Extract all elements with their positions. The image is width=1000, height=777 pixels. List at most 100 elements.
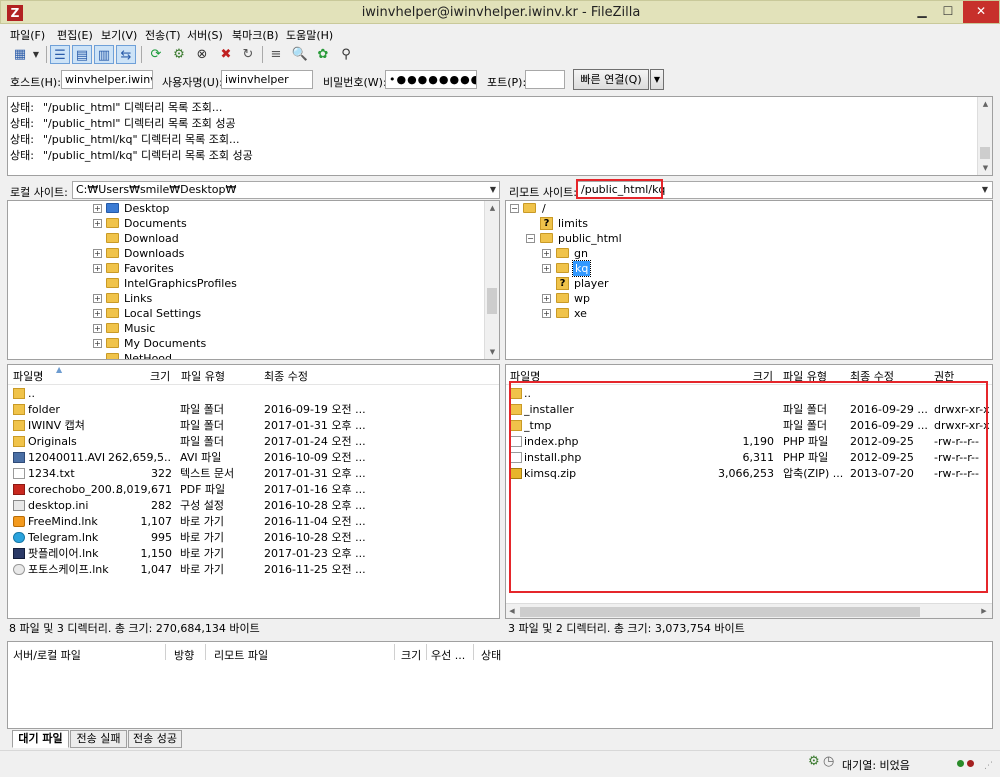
remote-path-dropdown-icon[interactable]: ▼ xyxy=(979,182,991,198)
menu-help[interactable]: 도움말(H) xyxy=(286,27,333,43)
table-row[interactable]: Telegram.lnk 995 바로 가기 2016-10-28 오전 ... xyxy=(8,530,499,546)
table-row[interactable]: 1234.txt 322 텍스트 문서 2017-01-31 오후 ... xyxy=(8,466,499,482)
tab-failed-transfers[interactable]: 전송 실패 xyxy=(70,730,127,748)
toolbar: ▦ ▼ ☰ ▤ ▥ ⇆ ⟳ ⚙ ⊗ ✖ ↻ ≡ 🔍 ✿ ⚲ xyxy=(0,44,1000,66)
log-scrollbar[interactable]: ▲ ▼ xyxy=(977,97,992,175)
table-row[interactable]: corechobo_200... 8,019,671 PDF 파일 2017-01-1… xyxy=(8,482,499,498)
send-indicator-icon xyxy=(957,760,964,767)
scroll-down-icon[interactable]: ▼ xyxy=(978,161,993,175)
remote-list-hscrollbar[interactable]: ◀ ▶ xyxy=(506,603,992,618)
disconnect-icon[interactable]: ✖ xyxy=(216,45,236,64)
queue-col-separator xyxy=(165,644,166,660)
queue-status-text: 대기열: 비었음 xyxy=(842,759,910,772)
site-manager-dropdown-icon[interactable]: ▼ xyxy=(30,45,42,64)
menu-transfer[interactable]: 전송(T) xyxy=(145,27,181,43)
local-col-size[interactable]: 크기 xyxy=(150,368,170,384)
port-label: 포트(P): xyxy=(487,76,527,89)
host-input[interactable]: winvhelper.iwinv.kr xyxy=(61,70,153,89)
toggle-local-tree-icon[interactable]: ▤ xyxy=(72,45,92,64)
minimize-button[interactable]: ▁ xyxy=(909,1,935,23)
quickconnect-button[interactable]: 빠른 연결(Q) xyxy=(573,69,649,90)
local-tree-scrollbar[interactable]: ▲ ▼ xyxy=(484,201,499,359)
table-row[interactable]: 포토스케이프.lnk 1,047 바로 가기 2016-11-25 오전 ... xyxy=(8,562,499,578)
local-col-modified[interactable]: 최종 수정 xyxy=(264,368,308,384)
speed-limit-icon[interactable]: ◷ xyxy=(823,754,834,769)
queue-col-file[interactable]: 서버/로컬 파일 xyxy=(13,647,81,663)
remote-status: 3 파일 및 2 디렉터리. 총 크기: 3,073,754 바이트 xyxy=(508,622,745,635)
reconnect-icon[interactable]: ↻ xyxy=(238,45,258,64)
table-row[interactable]: IWINV 캡쳐 파일 폴더 2017-01-31 오후 ... xyxy=(8,418,499,434)
close-button[interactable]: ✕ xyxy=(963,1,999,23)
sync-browse-icon[interactable]: ✿ xyxy=(313,45,333,64)
remote-site-label: 리모트 사이트: xyxy=(509,186,577,199)
refresh-icon[interactable]: ⟳ xyxy=(146,45,166,64)
queue-col-separator xyxy=(394,644,395,660)
menu-file[interactable]: 파일(F) xyxy=(10,27,45,43)
toggle-queue-icon[interactable]: ⇆ xyxy=(116,45,136,64)
window-title: iwinvhelper@iwinvhelper.iwinv.kr - FileZ… xyxy=(361,5,641,20)
password-input[interactable]: •●●●●●●●● xyxy=(385,70,477,89)
tab-queued-files[interactable]: 대기 파일 xyxy=(12,730,69,748)
local-file-list: 파일명 ▲ 크기 파일 유형 최종 수정 .. folder 파일 폴더 2016-… xyxy=(7,364,500,619)
host-label: 호스트(H): xyxy=(10,76,61,89)
scroll-up-icon[interactable]: ▲ xyxy=(485,201,499,215)
maximize-button[interactable]: ☐ xyxy=(935,1,961,23)
compare-icon[interactable]: 🔍 xyxy=(290,45,310,64)
tab-successful-transfers[interactable]: 전송 성공 xyxy=(128,730,182,748)
toggle-log-icon[interactable]: ☰ xyxy=(50,45,70,64)
toolbar-separator xyxy=(46,46,47,63)
menu-view[interactable]: 보기(V) xyxy=(101,27,137,43)
username-input[interactable]: iwinvhelper xyxy=(221,70,313,89)
quickconnect-bar: 호스트(H): winvhelper.iwinv.kr 사용자명(U): iwi… xyxy=(0,67,1000,93)
local-col-name[interactable]: 파일명 xyxy=(13,368,43,384)
log-line: 상태: "/public_html" 디렉터리 목록 조회... xyxy=(10,101,223,114)
quickconnect-dropdown-icon[interactable]: ▼ xyxy=(650,69,664,90)
settings-icon[interactable]: ⚙ xyxy=(808,754,820,769)
resize-grip-icon[interactable]: ⋰ xyxy=(984,761,993,771)
scroll-right-icon[interactable]: ▶ xyxy=(978,604,990,618)
site-manager-icon[interactable]: ▦ xyxy=(10,45,30,64)
toolbar-separator xyxy=(262,46,263,63)
menu-bookmarks[interactable]: 북마크(B) xyxy=(232,27,279,43)
search-icon[interactable]: ⚲ xyxy=(336,45,356,64)
local-path-dropdown-icon[interactable]: ▼ xyxy=(487,182,499,198)
process-queue-icon[interactable]: ⚙ xyxy=(169,45,189,64)
log-line: 상태: "/public_html/kq" 디렉터리 목록 조회 성공 xyxy=(10,149,253,162)
table-row[interactable]: .. xyxy=(8,386,499,402)
message-log: 상태: "/public_html" 디렉터리 목록 조회... 상태: "/pub… xyxy=(7,96,993,176)
toolbar-separator xyxy=(141,46,142,63)
queue-col-separator xyxy=(426,644,427,660)
scroll-up-icon[interactable]: ▲ xyxy=(978,97,993,111)
table-row[interactable]: folder 파일 폴더 2016-09-19 오전 ... xyxy=(8,402,499,418)
scroll-thumb[interactable] xyxy=(487,288,497,314)
scroll-thumb[interactable] xyxy=(520,607,920,617)
scroll-down-icon[interactable]: ▼ xyxy=(485,345,499,359)
table-row[interactable]: 12040011.AVI 262,659,5... AVI 파일 2016-10-09… xyxy=(8,450,499,466)
scroll-thumb[interactable] xyxy=(980,147,990,159)
table-row[interactable]: 팟플레이어.lnk 1,150 바로 가기 2017-01-23 오후 ... xyxy=(8,546,499,562)
title-bar: Z iwinvhelper@iwinvhelper.iwinv.kr - Fil… xyxy=(0,0,1000,24)
queue-col-status[interactable]: 상태 xyxy=(481,647,501,663)
local-status: 8 파일 및 3 디렉터리. 총 크기: 270,684,134 바이트 xyxy=(9,622,260,635)
transfer-queue: 서버/로컬 파일 방향 리모트 파일 크기 우선 ... 상태 xyxy=(7,641,993,729)
highlight-remote-path xyxy=(576,179,663,199)
menu-edit[interactable]: 편집(E) xyxy=(57,27,93,43)
cancel-operation-icon[interactable]: ⊗ xyxy=(192,45,212,64)
log-line: 상태: "/public_html/kq" 디렉터리 목록 조회... xyxy=(10,133,240,146)
menu-server[interactable]: 서버(S) xyxy=(187,27,223,43)
local-tree: + Desktop + Documents Download + Downloads … xyxy=(7,200,500,360)
queue-col-direction[interactable]: 방향 xyxy=(174,647,194,663)
port-input[interactable] xyxy=(525,70,565,89)
local-col-type[interactable]: 파일 유형 xyxy=(181,368,225,384)
local-path-input[interactable]: C:₩Users₩smile₩Desktop₩ xyxy=(72,181,500,199)
local-list-header: 파일명 ▲ 크기 파일 유형 최종 수정 xyxy=(8,365,499,385)
queue-col-priority[interactable]: 우선 ... xyxy=(431,647,465,663)
table-row[interactable]: FreeMind.lnk 1,107 바로 가기 2016-11-04 오전 ... xyxy=(8,514,499,530)
table-row[interactable]: Originals 파일 폴더 2017-01-24 오전 ... xyxy=(8,434,499,450)
queue-col-size[interactable]: 크기 xyxy=(401,647,421,663)
filter-icon[interactable]: ≡ xyxy=(266,45,286,64)
table-row[interactable]: desktop.ini 282 구성 설정 2016-10-28 오후 ... xyxy=(8,498,499,514)
toggle-remote-tree-icon[interactable]: ▥ xyxy=(94,45,114,64)
queue-col-remote[interactable]: 리모트 파일 xyxy=(214,647,268,663)
scroll-left-icon[interactable]: ◀ xyxy=(506,604,518,618)
